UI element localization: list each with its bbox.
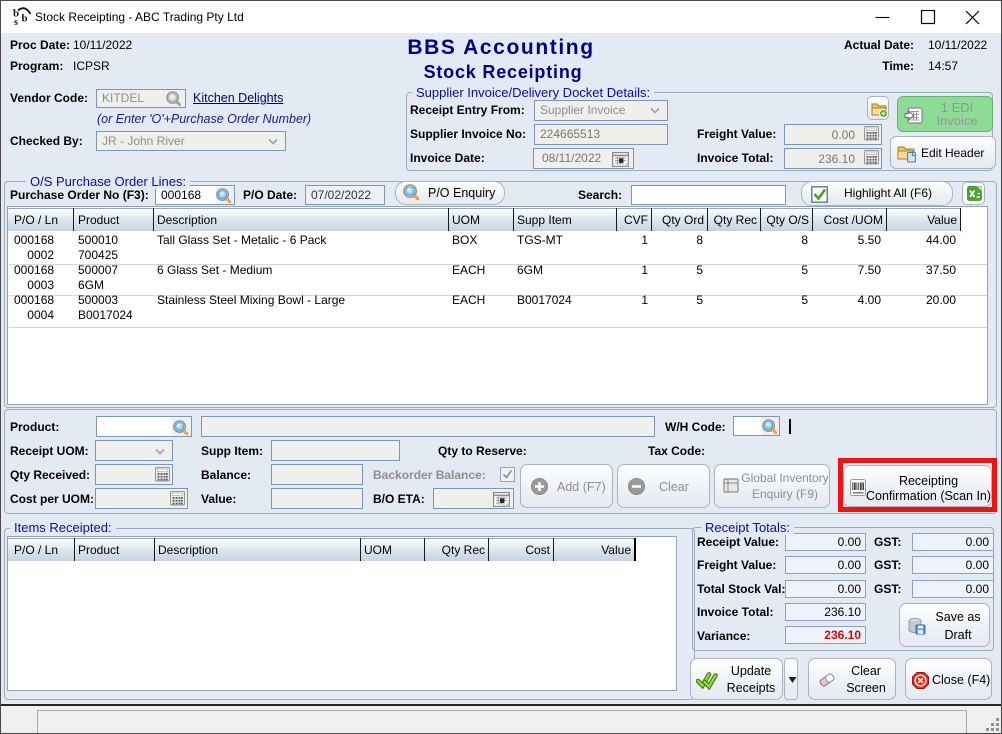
svg-text:s: s [14, 17, 18, 27]
svg-text:b: b [22, 13, 28, 25]
